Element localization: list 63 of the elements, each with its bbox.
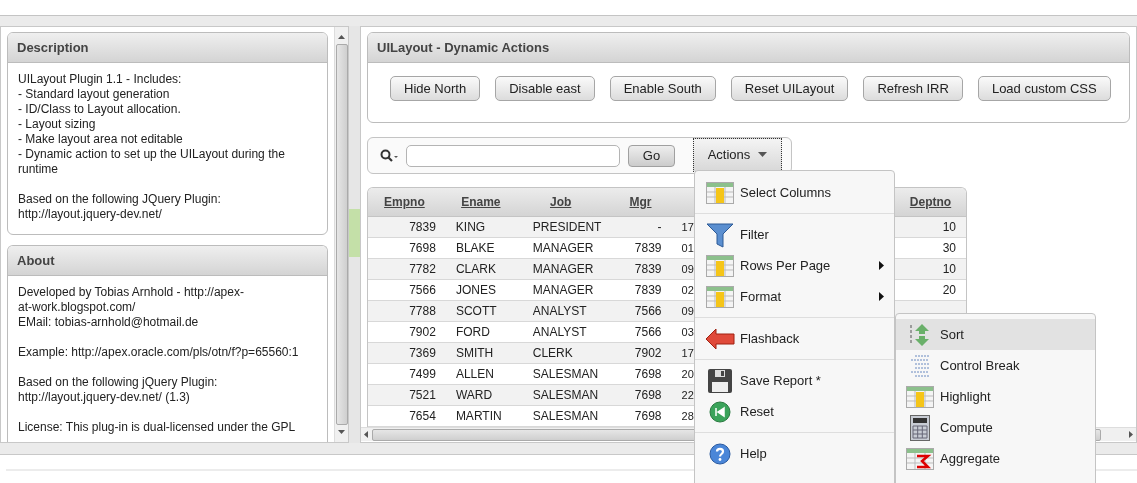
- table-cell-text: ANALYST: [532, 324, 587, 341]
- table-cell-text: 09: [681, 303, 694, 319]
- table-cell-text: KING: [455, 219, 486, 236]
- panel-text: Based on the following JQuery Plugin: http://layout.jquery-dev.net/: [18, 192, 222, 222]
- table-cell-text: MARTIN: [455, 408, 502, 425]
- panel-text: Example: http://apex.oracle.com/pls/otn/f?p=65560:1: [18, 345, 300, 360]
- table-cell-text: 22: [681, 387, 694, 403]
- table-cell-text: 7839: [634, 240, 662, 257]
- table-cell-text: 7698: [409, 240, 436, 257]
- table-cell-text: 7782: [409, 261, 436, 278]
- table-cell-text: 17: [681, 219, 694, 235]
- table-cell-text: 7839: [409, 219, 436, 236]
- table-cell-text: 02: [681, 282, 694, 298]
- table-cell-text: SALESMAN: [532, 366, 599, 383]
- table-cell-text: -: [657, 219, 662, 236]
- table-cell-text: 7566: [634, 324, 662, 341]
- table-cell-text: MANAGER: [532, 240, 594, 257]
- table-cell-text: ANALYST: [532, 303, 587, 320]
- table-cell-text: 30: [942, 240, 956, 257]
- table-cell-text: 09: [681, 261, 694, 277]
- table-cell-text: 7698: [634, 408, 662, 425]
- table-cell-text: FORD: [455, 324, 490, 341]
- table-cell-text: 7654: [409, 408, 436, 425]
- table-cell-text: 7369: [409, 345, 436, 362]
- table-cell-text: 7698: [634, 366, 662, 383]
- table-cell-text: 17: [681, 345, 694, 361]
- table-cell-text: WARD: [455, 387, 493, 404]
- panel-title: Description: [8, 33, 327, 63]
- panel-title: UILayout - Dynamic Actions: [368, 33, 1129, 63]
- panel-text: UILayout Plugin 1.1 - Includes: - Standard layout generation - ID/Class to Layout allocation. - Layout sizing - Make layout area not editable - Dynamic action to set up the UILayout during the runtime: [18, 72, 286, 177]
- table-cell-text: 10: [942, 261, 956, 278]
- table-cell-text: 7902: [634, 345, 662, 362]
- table-cell-text: CLARK: [455, 261, 496, 278]
- table-cell-text: 03: [681, 324, 694, 340]
- table-cell-text: MANAGER: [532, 261, 594, 278]
- table-cell-text: SALESMAN: [532, 408, 599, 425]
- table-cell-text: SALESMAN: [532, 387, 599, 404]
- table-cell-text: SCOTT: [455, 303, 497, 320]
- table-cell-text: MANAGER: [532, 282, 594, 299]
- table-cell-text: 7499: [409, 366, 436, 383]
- table-cell-text: 28: [681, 408, 694, 424]
- table-cell-text: 7698: [634, 387, 662, 404]
- table-cell-text: 20: [681, 366, 694, 382]
- table-cell-text: 7566: [409, 282, 436, 299]
- table-cell-text: 7839: [634, 282, 662, 299]
- table-cell-text: ALLEN: [455, 366, 494, 383]
- panel-text: Developed by Tobias Arnhold - http://apex- at-work.blogspot.com/ EMail: tobias-arnhold@hotmail.de: [18, 285, 245, 330]
- table-cell-text: 7902: [409, 324, 436, 341]
- table-cell-text: CLERK: [532, 345, 573, 362]
- table-cell-text: 7788: [409, 303, 436, 320]
- table-cell-text: 7839: [634, 261, 662, 278]
- table-cell-text: 7521: [409, 387, 436, 404]
- panel-title: About: [8, 246, 327, 276]
- table-cell-text: 01: [681, 240, 694, 256]
- table-cell-text: BLAKE: [455, 240, 495, 257]
- table-cell-text: 20: [942, 282, 956, 299]
- table-cell-text: JONES: [455, 282, 496, 299]
- table-cell-text: PRESIDENT: [532, 219, 602, 236]
- table-cell-text: 7566: [634, 303, 662, 320]
- panel-text: License: This plug-in is dual-licensed under the GPL: [18, 420, 297, 435]
- panel-text: Based on the following jQuery Plugin: http://layout.jquery-dev.net/ (1.3): [18, 375, 219, 405]
- table-cell-text: 10: [942, 219, 956, 236]
- table-cell-text: SMITH: [455, 345, 494, 362]
